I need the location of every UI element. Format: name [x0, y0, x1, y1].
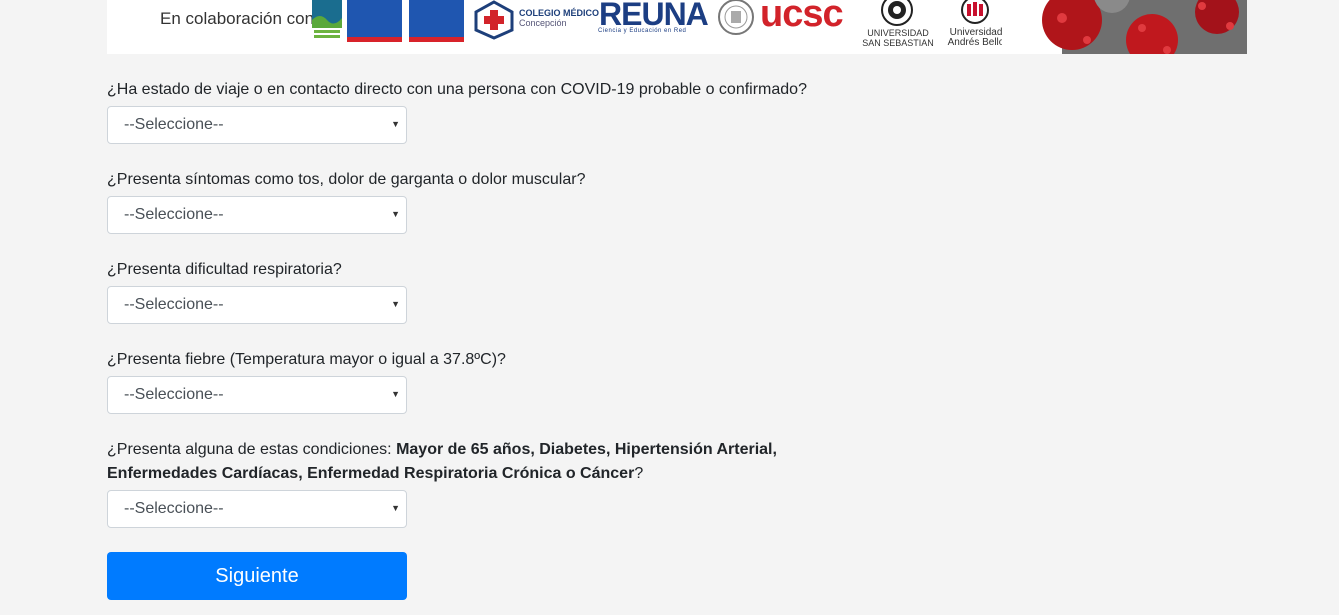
- unab-icon: [961, 0, 989, 24]
- select-value: --Seleccione--: [124, 296, 224, 313]
- ucsc-logo: ucsc: [760, 0, 844, 35]
- question-fever-select[interactable]: --Seleccione-- ▼: [107, 376, 407, 414]
- question-fever-label: ¿Presenta fiebre (Temperatura mayor o ig…: [107, 351, 506, 368]
- question-breathing-select[interactable]: --Seleccione-- ▼: [107, 286, 407, 324]
- biobio-logo: [312, 0, 342, 38]
- question-symptoms-select[interactable]: --Seleccione-- ▼: [107, 196, 407, 234]
- next-button[interactable]: Siguiente: [107, 552, 407, 600]
- coronavirus-illustration: [1002, 0, 1247, 54]
- collab-label: En colaboración con:: [160, 9, 319, 28]
- question-conditions-select[interactable]: --Seleccione-- ▼: [107, 490, 407, 528]
- chevron-down-icon: ▼: [391, 389, 400, 399]
- select-value: --Seleccione--: [124, 116, 224, 133]
- select-value: --Seleccione--: [124, 206, 224, 223]
- gobierno-chile-logo-2: [409, 0, 464, 42]
- question-travel-contact-label: ¿Ha estado de viaje o en contacto direct…: [107, 81, 807, 98]
- chevron-down-icon: ▼: [391, 209, 400, 219]
- colegio-medico-icon: [474, 0, 514, 40]
- select-value: --Seleccione--: [124, 386, 224, 403]
- udec-seal-icon: [718, 0, 754, 35]
- question-conditions-label: ¿Presenta alguna de estas condiciones: M…: [107, 438, 787, 486]
- partners-banner: En colaboración con: COLEGIO MÉDICO Conc…: [107, 0, 1247, 54]
- chevron-down-icon: ▼: [391, 119, 400, 129]
- unab-text: Universidad Andrés Bello: [947, 27, 1005, 48]
- question-breathing-label: ¿Presenta dificultad respiratoria?: [107, 261, 342, 278]
- question-conditions-prefix: ¿Presenta alguna de estas condiciones:: [107, 441, 397, 458]
- select-value: --Seleccione--: [124, 500, 224, 517]
- gobierno-chile-logo: [347, 0, 402, 42]
- colegio-medico-text: COLEGIO MÉDICO Concepción: [519, 8, 600, 28]
- question-symptoms-label: ¿Presenta síntomas como tos, dolor de ga…: [107, 171, 586, 188]
- uss-seal-icon: [881, 0, 913, 26]
- chevron-down-icon: ▼: [391, 299, 400, 309]
- question-conditions-suffix: ?: [634, 465, 644, 482]
- chevron-down-icon: ▼: [391, 503, 400, 513]
- uss-text: UNIVERSIDAD SAN SEBASTIAN: [862, 28, 934, 48]
- reuna-tagline: Ciencia y Educación en Red: [598, 28, 687, 34]
- question-travel-contact-select[interactable]: --Seleccione-- ▼: [107, 106, 407, 144]
